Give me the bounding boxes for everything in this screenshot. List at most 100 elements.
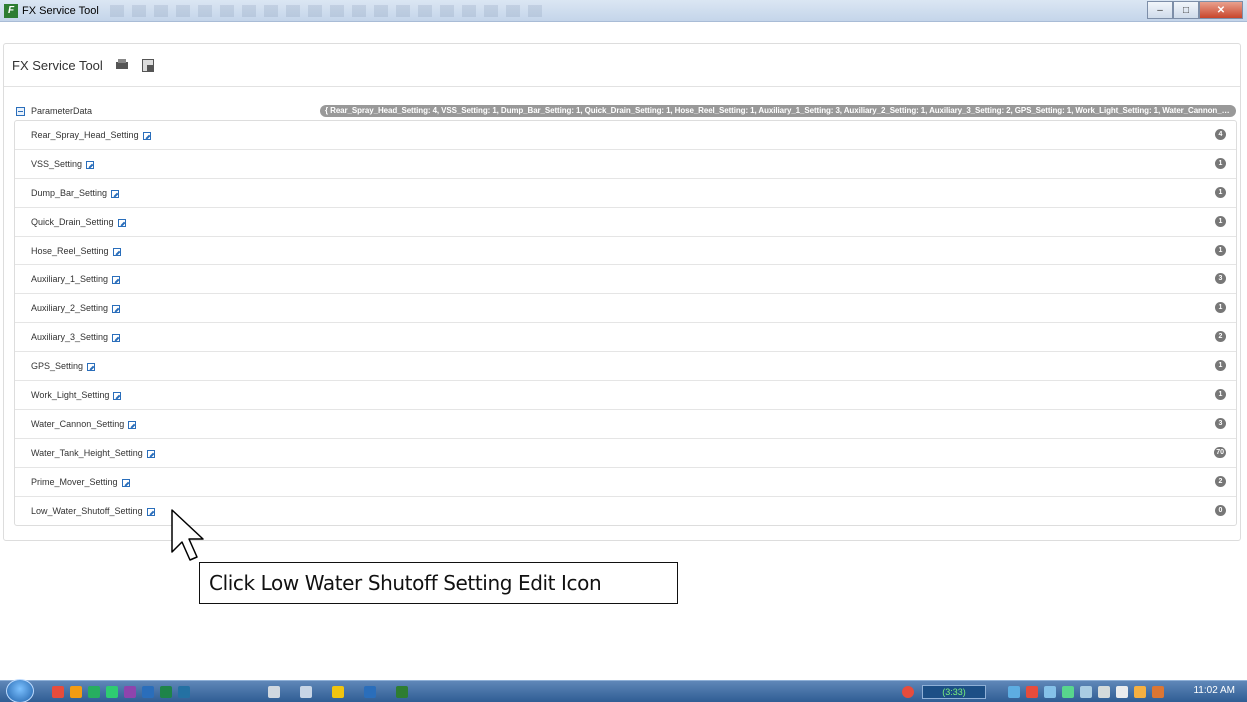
edit-icon[interactable] (121, 478, 130, 487)
battery-indicator[interactable]: (3:33) (922, 685, 986, 699)
word-icon[interactable] (142, 686, 154, 698)
window-title-bar: F FX Service Tool – □ ✕ (0, 0, 1247, 22)
value-badge: 3 (1215, 417, 1226, 429)
instruction-callout: Click Low Water Shutoff Setting Edit Ico… (199, 562, 678, 604)
value-badge: 2 (1215, 475, 1226, 487)
edit-icon[interactable] (112, 247, 121, 256)
value-badge: 4 (1215, 129, 1226, 140)
app-icon[interactable] (70, 686, 82, 698)
edit-icon[interactable] (112, 334, 121, 343)
app-icon[interactable] (88, 686, 100, 698)
setting-label: Work_Light_Setting (31, 389, 110, 400)
maximize-button[interactable]: □ (1173, 1, 1199, 19)
setting-label: Rear_Spray_Head_Setting (31, 129, 139, 140)
edit-icon[interactable] (112, 276, 121, 285)
export-icon[interactable] (141, 58, 155, 72)
list-item: Auxiliary_2_Setting 1 (15, 294, 1236, 324)
setting-label: Auxiliary_1_Setting (31, 274, 109, 285)
setting-label: VSS_Setting (31, 158, 83, 169)
collapse-icon[interactable] (16, 107, 25, 116)
excel-icon[interactable] (160, 686, 172, 698)
list-item: Rear_Spray_Head_Setting 4 (15, 121, 1236, 150)
list-item: Hose_Reel_Setting 1 (15, 237, 1236, 266)
network-icon[interactable] (1080, 686, 1092, 698)
edit-icon[interactable] (117, 218, 126, 227)
list-item: GPS_Setting 1 (15, 352, 1236, 382)
value-badge: 0 (1215, 504, 1226, 516)
tray-icon[interactable] (1134, 686, 1146, 698)
edit-icon[interactable] (87, 363, 96, 372)
value-badge: 1 (1215, 244, 1226, 256)
tray-icon[interactable] (1008, 686, 1020, 698)
edit-icon[interactable] (113, 391, 122, 400)
printer-icon[interactable] (115, 58, 129, 72)
list-item: Quick_Drain_Setting 1 (15, 208, 1236, 237)
window-title: FX Service Tool (22, 4, 99, 17)
window-controls: – □ ✕ (1147, 1, 1243, 19)
app-icon[interactable] (300, 686, 312, 698)
list-item: VSS_Setting 1 (15, 150, 1236, 179)
edit-icon[interactable] (112, 305, 121, 314)
tray-icon[interactable] (1062, 686, 1074, 698)
minimize-button[interactable]: – (1147, 1, 1173, 19)
setting-label: Low_Water_Shutoff_Setting (31, 506, 143, 517)
value-badge: 1 (1215, 302, 1226, 314)
app-icon[interactable] (268, 686, 280, 698)
clock[interactable]: 11:02 AM (1193, 685, 1235, 696)
flag-icon[interactable] (1098, 686, 1110, 698)
tray-icon[interactable] (1026, 686, 1038, 698)
value-badge: 1 (1215, 186, 1226, 198)
setting-label: Water_Tank_Height_Setting (31, 447, 143, 458)
edit-icon[interactable] (111, 189, 120, 198)
app-icon[interactable] (52, 686, 64, 698)
value-badge: 1 (1215, 389, 1226, 401)
taskbar: (3:33) 11:02 AM (0, 679, 1247, 702)
volume-icon[interactable] (1152, 686, 1164, 698)
setting-label: Auxiliary_3_Setting (31, 332, 109, 343)
list-item: Auxiliary_1_Setting 3 (15, 265, 1236, 295)
mouse-cursor-icon (171, 509, 204, 561)
start-button[interactable] (6, 679, 34, 702)
edit-icon[interactable] (86, 160, 95, 169)
outlook-icon[interactable] (178, 686, 190, 698)
setting-label: Dump_Bar_Setting (31, 187, 108, 198)
background-window-toolbar (110, 5, 550, 17)
parameter-summary-badge: { Rear_Spray_Head_Setting: 4, VSS_Settin… (320, 105, 1236, 117)
setting-label: Quick_Drain_Setting (31, 216, 114, 227)
close-button[interactable]: ✕ (1199, 1, 1243, 19)
app-icon[interactable] (106, 686, 118, 698)
edit-icon[interactable] (146, 449, 155, 458)
setting-label: GPS_Setting (31, 361, 84, 372)
parameter-list: Rear_Spray_Head_Setting 4 VSS_Setting 1 … (14, 120, 1237, 527)
setting-label: Prime_Mover_Setting (31, 476, 118, 487)
value-badge: 70 (1214, 446, 1226, 458)
value-badge: 1 (1215, 157, 1226, 169)
low-water-shutoff-edit-icon[interactable] (146, 508, 155, 517)
value-badge: 3 (1215, 273, 1226, 285)
list-item: Dump_Bar_Setting 1 (15, 179, 1236, 208)
tray-icon[interactable] (1044, 686, 1056, 698)
parameter-data-label: ParameterData (31, 106, 93, 116)
setting-label: Hose_Reel_Setting (31, 245, 109, 256)
word-icon[interactable] (364, 686, 376, 698)
list-item: Prime_Mover_Setting 2 (15, 468, 1236, 497)
setting-label: Auxiliary_2_Setting (31, 303, 109, 314)
value-badge: 2 (1215, 331, 1226, 343)
app-icon[interactable] (124, 686, 136, 698)
panel-header: FX Service Tool (4, 44, 1240, 87)
fx-tool-taskbar-icon[interactable] (396, 686, 408, 698)
setting-label: Water_Cannon_Setting (31, 418, 125, 429)
parameter-data-header[interactable]: ParameterData { Rear_Spray_Head_Setting:… (4, 105, 1240, 119)
app-logo-icon: F (4, 3, 18, 18)
battery-icon[interactable] (1116, 686, 1128, 698)
list-item: Water_Tank_Height_Setting 70 (15, 439, 1236, 468)
list-item: Auxiliary_3_Setting 2 (15, 323, 1236, 353)
value-badge: 1 (1215, 360, 1226, 372)
list-item: Work_Light_Setting 1 (15, 381, 1236, 410)
edit-icon[interactable] (142, 131, 151, 140)
folder-icon[interactable] (332, 686, 344, 698)
edit-icon[interactable] (128, 420, 137, 429)
tray-icon[interactable] (902, 686, 914, 698)
list-item: Water_Cannon_Setting 3 (15, 410, 1236, 439)
app-name: FX Service Tool (12, 57, 103, 73)
